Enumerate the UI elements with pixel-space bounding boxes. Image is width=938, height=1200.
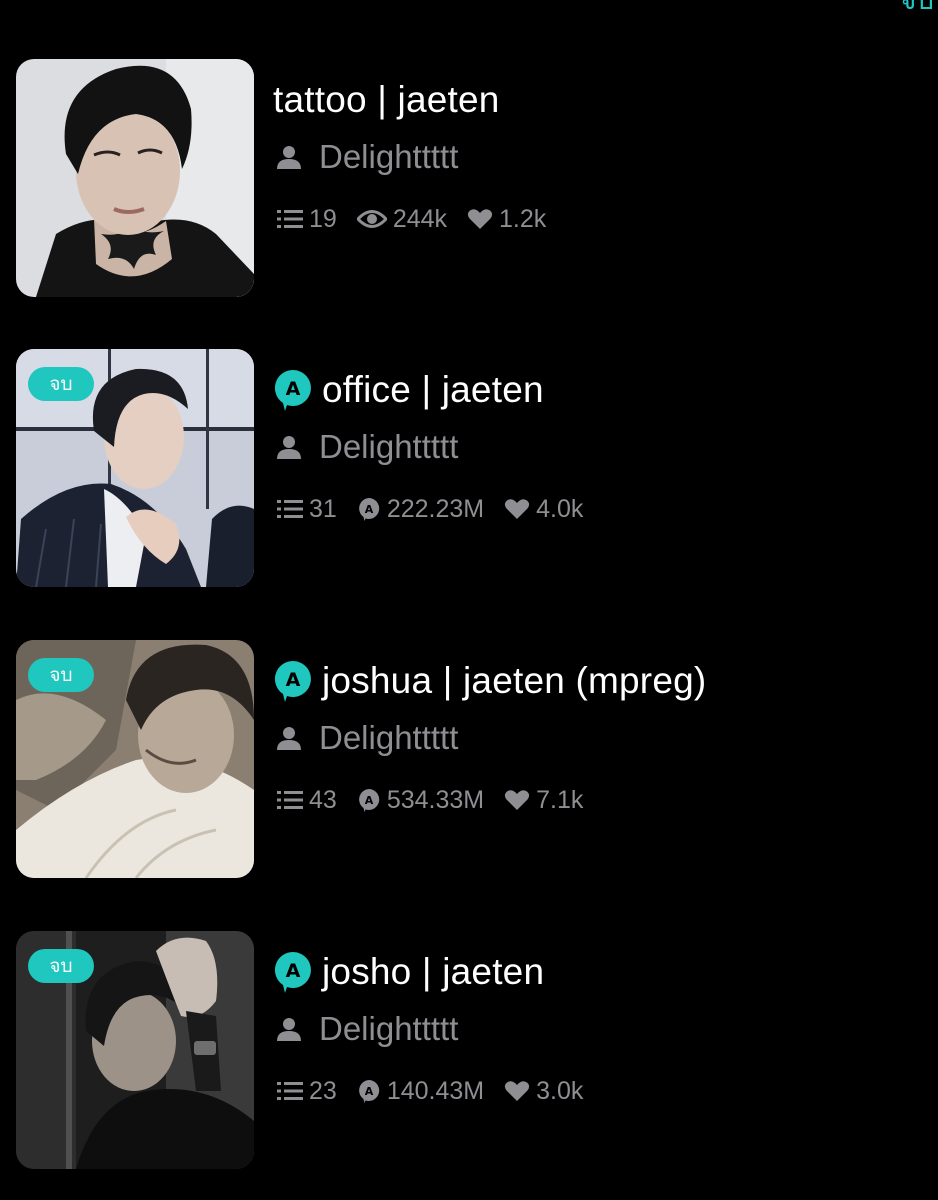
story-title-row[interactable]: tattoo | jaeten — [273, 77, 500, 123]
story-title[interactable]: josho | jaeten — [322, 951, 544, 993]
heart-icon — [467, 209, 493, 229]
chapter-count: 43 — [277, 786, 337, 815]
person-icon — [277, 727, 301, 750]
coin-a-icon: A — [358, 1080, 379, 1103]
story-stats: 23 A 140.43M 3.0k — [277, 1073, 603, 1109]
story-cover-image[interactable]: จบ — [16, 640, 254, 878]
view-count: A 534.33M — [357, 786, 484, 815]
completed-badge: จบ — [28, 658, 94, 692]
list-icon — [277, 791, 303, 809]
story-title-row[interactable]: A office | jaeten — [273, 367, 544, 413]
svg-text:A: A — [286, 378, 301, 400]
svg-text:A: A — [365, 794, 374, 807]
like-count: 3.0k — [504, 1077, 583, 1106]
story-author[interactable]: Delighttttt — [319, 428, 458, 466]
coin-a-badge-icon: A — [274, 369, 311, 411]
story-author-row[interactable]: Delighttttt — [276, 1009, 458, 1049]
person-icon — [277, 436, 301, 459]
story-author[interactable]: Delighttttt — [319, 1010, 458, 1048]
like-count: 7.1k — [504, 786, 583, 815]
story-author[interactable]: Delighttttt — [319, 138, 458, 176]
story-title-row[interactable]: A josho | jaeten — [273, 949, 544, 995]
like-count: 4.0k — [504, 495, 583, 524]
story-title-row[interactable]: A joshua | jaeten (mpreg) — [273, 658, 706, 704]
story-title[interactable]: joshua | jaeten (mpreg) — [322, 660, 706, 702]
coin-a-icon: A — [358, 498, 379, 521]
list-icon — [277, 1082, 303, 1100]
story-title[interactable]: office | jaeten — [322, 369, 544, 411]
svg-text:A: A — [286, 669, 301, 691]
person-icon — [277, 1018, 301, 1041]
story-author-row[interactable]: Delighttttt — [276, 427, 458, 467]
svg-text:A: A — [286, 960, 301, 982]
story-author-row[interactable]: Delighttttt — [276, 137, 458, 177]
coin-a-badge-icon: A — [274, 660, 311, 702]
svg-text:A: A — [365, 503, 374, 516]
header-partial-text: จบ — [900, 0, 934, 22]
eye-icon — [356, 210, 387, 228]
svg-text:A: A — [365, 1085, 374, 1098]
chapter-count: 31 — [277, 495, 337, 524]
coin-a-icon: A — [358, 789, 379, 812]
story-stats: 43 A 534.33M 7.1k — [277, 782, 603, 818]
story-author-row[interactable]: Delighttttt — [276, 718, 458, 758]
list-icon — [277, 500, 303, 518]
story-stats: 19 244k 1.2k — [277, 201, 566, 237]
story-title[interactable]: tattoo | jaeten — [273, 79, 500, 121]
chapter-count: 23 — [277, 1077, 337, 1106]
story-cover-image[interactable] — [16, 59, 254, 297]
list-icon — [277, 210, 303, 228]
heart-icon — [504, 1081, 530, 1101]
story-item[interactable]: จบ A josho | jaeten Delighttttt 23 A 140… — [0, 931, 938, 1171]
story-item[interactable]: จบ A office | jaeten Delighttttt 31 A 22… — [0, 349, 938, 589]
view-count: A 140.43M — [357, 1077, 484, 1106]
completed-badge: จบ — [28, 367, 94, 401]
story-author[interactable]: Delighttttt — [319, 719, 458, 757]
like-count: 1.2k — [467, 205, 546, 234]
person-icon — [277, 146, 301, 169]
chapter-count: 19 — [277, 205, 337, 234]
story-cover-image[interactable]: จบ — [16, 349, 254, 587]
heart-icon — [504, 499, 530, 519]
view-count: 244k — [356, 205, 447, 234]
completed-badge: จบ — [28, 949, 94, 983]
coin-a-badge-icon: A — [274, 951, 311, 993]
story-item[interactable]: tattoo | jaeten Delighttttt 19 244k 1.2k — [0, 59, 938, 299]
story-cover-image[interactable]: จบ — [16, 931, 254, 1169]
story-item[interactable]: จบ A joshua | jaeten (mpreg) Delighttttt… — [0, 640, 938, 880]
story-stats: 31 A 222.23M 4.0k — [277, 491, 603, 527]
view-count: A 222.23M — [357, 495, 484, 524]
heart-icon — [504, 790, 530, 810]
